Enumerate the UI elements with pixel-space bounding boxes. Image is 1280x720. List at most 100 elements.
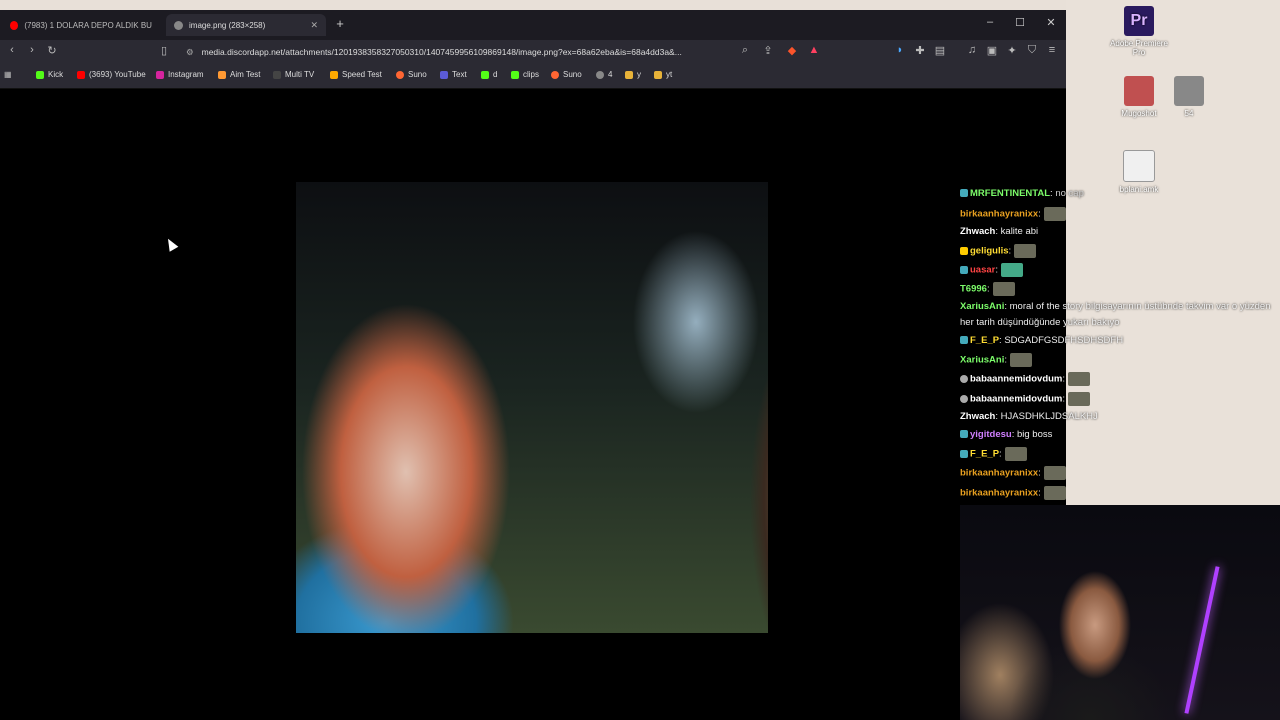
chat-message: birkaanhayranixx: — [960, 466, 1066, 480]
desktop-icon-premiere[interactable]: Pr Adobe Premiere Pro — [1104, 6, 1174, 57]
emote-icon — [1004, 447, 1027, 461]
watch-icon — [1174, 76, 1204, 106]
brave-rewards-icon[interactable]: ▲ — [806, 44, 822, 56]
reload-icon[interactable]: ↻ — [44, 44, 60, 57]
bookmark-suno-2[interactable]: Suno — [551, 70, 582, 79]
bookmark-d[interactable]: d — [481, 70, 497, 79]
chat-message-continued: her tarih düşündüğünde yukarı bakıyo — [960, 317, 1120, 328]
folder-icon — [654, 70, 662, 79]
bookmark-label: Text — [452, 70, 467, 79]
forward-icon[interactable]: › — [24, 44, 40, 56]
bookmark-4[interactable]: 4 — [596, 70, 612, 79]
chat-message: Zhwach: HJASDHKLJDSALKHJ — [960, 411, 1098, 422]
webcam-overlay — [960, 505, 1280, 720]
desktop-icon-label: 54 — [1184, 109, 1194, 118]
zoom-icon[interactable]: ⌕ — [737, 44, 753, 57]
close-window-button[interactable]: ✕ — [1041, 16, 1061, 29]
address-bar[interactable]: ⚙ media.discordapp.net/attachments/12019… — [182, 42, 828, 62]
emote-icon — [1043, 207, 1066, 221]
media-icon[interactable]: ♫ — [964, 44, 980, 56]
share-icon[interactable]: ⇪ — [760, 44, 776, 57]
page-viewport — [0, 89, 1066, 720]
navigation-toolbar: ‹ › ↻ ▯ ⚙ media.discordapp.net/attachmen… — [0, 40, 1066, 64]
text-icon — [440, 70, 448, 79]
emote-icon — [1014, 244, 1037, 258]
bookmark-multi-tv[interactable]: Multi TV — [273, 70, 314, 79]
url-text: media.discordapp.net/attachments/1201938… — [201, 47, 682, 57]
folder-icon — [625, 70, 633, 79]
bookmark-text[interactable]: Text — [440, 70, 467, 79]
circle-icon — [596, 70, 604, 79]
portrait-icon — [1124, 76, 1154, 106]
globe-icon — [174, 20, 183, 30]
emote-icon — [1010, 353, 1032, 367]
chat-message: uasar: — [960, 263, 1023, 277]
tab-image[interactable]: image.png (283×258) ✕ — [166, 14, 326, 36]
instagram-icon — [156, 70, 164, 79]
chat-message: F_E_P: SDGADFGSDFHSDHSDFH — [960, 335, 1123, 346]
tab-close-icon[interactable]: ✕ — [310, 20, 318, 31]
chat-message: birkaanhayranixx: — [960, 207, 1066, 221]
bookmark-youtube[interactable]: (3693) YouTube — [77, 70, 146, 79]
brave-shield-icon[interactable]: ◆ — [784, 44, 800, 57]
tab-title: (7983) 1 DOLARA DEPO ALDIK BU DI — [24, 20, 152, 30]
desktop-icon-54[interactable]: 54 — [1154, 76, 1224, 118]
tab-youtube[interactable]: (7983) 1 DOLARA DEPO ALDIK BU DI — [2, 14, 160, 36]
bookmark-aim-test[interactable]: Aim Test — [218, 70, 261, 79]
extensions-icon[interactable]: ✚ — [912, 44, 928, 57]
displayed-image[interactable] — [296, 182, 768, 633]
bookmark-speed-test[interactable]: Speed Test — [330, 70, 382, 79]
leo-icon[interactable]: ✦ — [1004, 44, 1020, 57]
tv-icon — [273, 70, 281, 79]
new-tab-button[interactable]: + — [330, 16, 350, 31]
site-info-icon[interactable]: ⚙ — [186, 47, 194, 58]
desktop-icon-label: bplani.amk — [1119, 185, 1159, 194]
minimize-button[interactable]: – — [980, 16, 1000, 28]
vpn-icon[interactable]: ⛉ — [1024, 44, 1040, 57]
kick-icon — [481, 70, 489, 79]
bookmark-label: 4 — [608, 70, 613, 79]
chat-message: babaannemidovdum: — [960, 372, 1091, 386]
chat-message: XariusAni: moral of the story bilgisayar… — [960, 301, 1271, 312]
bookmarks-bar: ▦ Kick (3693) YouTube Instagram Aim Test… — [0, 64, 1066, 89]
wallet-icon[interactable]: ◗ — [892, 44, 908, 56]
menu-icon[interactable]: ≡ — [1044, 44, 1060, 56]
chat-message: MRFENTINENTAL: no cap — [960, 188, 1084, 199]
bookmark-kick[interactable]: Kick — [36, 70, 63, 79]
bookmark-instagram[interactable]: Instagram — [156, 70, 204, 79]
bookmark-clips[interactable]: clips — [511, 70, 539, 79]
document-icon — [1123, 150, 1155, 182]
wallet-card-icon[interactable]: ▣ — [984, 44, 1000, 57]
bookmark-label: Suno — [408, 70, 427, 79]
suno-icon — [396, 70, 404, 79]
bookmark-label: yt — [666, 70, 673, 79]
speed-icon — [330, 70, 338, 79]
maximize-button[interactable]: ☐ — [1010, 16, 1030, 29]
bookmark-label: Instagram — [168, 70, 204, 79]
emote-icon — [1043, 486, 1066, 500]
bookmark-icon[interactable]: ▯ — [156, 44, 172, 57]
apps-icon[interactable]: ▦ — [4, 70, 12, 79]
aim-test-icon — [218, 70, 226, 79]
chat-message: Zhwach: kalite abi — [960, 226, 1039, 237]
bookmark-label: Multi TV — [285, 70, 315, 79]
bookmark-label: (3693) YouTube — [89, 70, 146, 79]
sidebar-icon[interactable]: ▤ — [932, 44, 948, 57]
desktop-icon-bplani[interactable]: bplani.amk — [1104, 150, 1174, 194]
back-icon[interactable]: ‹ — [4, 44, 20, 56]
chat-message: geligulis: — [960, 244, 1037, 258]
clips-icon — [511, 70, 519, 79]
browser-window: (7983) 1 DOLARA DEPO ALDIK BU DI image.p… — [0, 10, 1066, 720]
bookmark-label: Aim Test — [230, 70, 261, 79]
desktop: Pr Adobe Premiere Pro Mugoshot 54 bplani… — [1066, 0, 1280, 505]
emote-icon — [992, 282, 1015, 296]
desktop-icon-label: Mugoshot — [1121, 109, 1157, 118]
bookmark-folder-y[interactable]: y — [625, 70, 641, 79]
bookmark-suno[interactable]: Suno — [396, 70, 427, 79]
chat-message: babaannemidovdum: — [960, 392, 1091, 406]
bookmark-folder-yt[interactable]: yt — [654, 70, 672, 79]
emote-icon — [1043, 466, 1066, 480]
chat-message: XariusAni: — [960, 353, 1032, 367]
tab-bar: (7983) 1 DOLARA DEPO ALDIK BU DI image.p… — [0, 10, 1066, 40]
chat-message: birkaanhayranixx: — [960, 486, 1066, 500]
